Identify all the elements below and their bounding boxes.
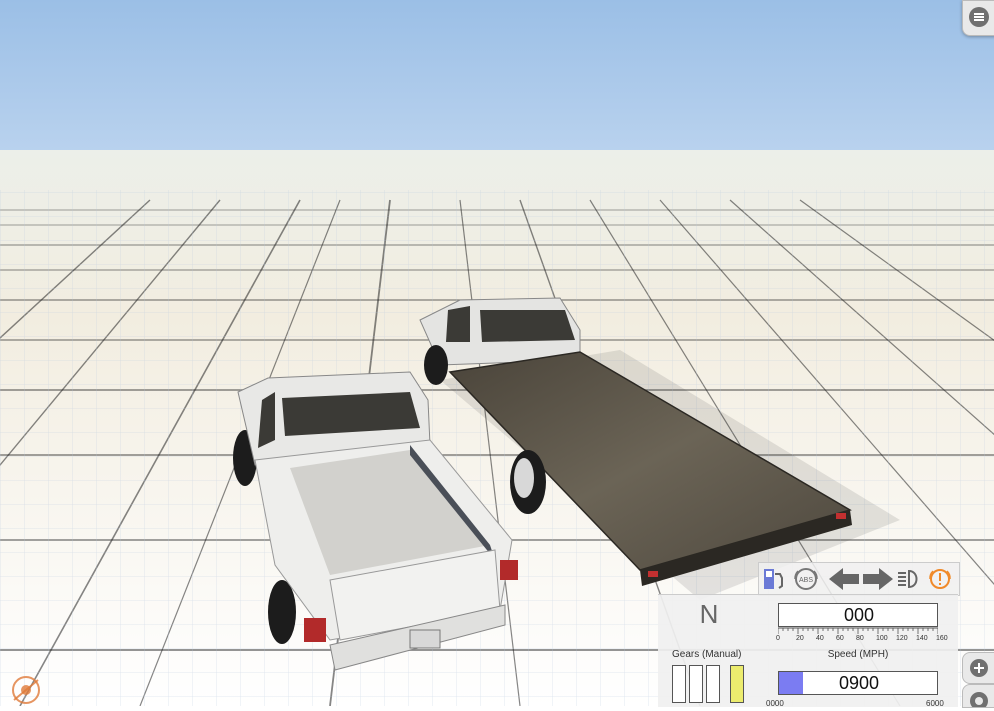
abs-label: ABS — [799, 577, 813, 584]
speed-tick-label: 100 — [876, 635, 888, 642]
fuel-icon — [764, 569, 783, 589]
speed-tick-label: 120 — [896, 635, 908, 642]
speed-value: 000 — [843, 605, 875, 625]
speed-tick-label: 0 — [776, 635, 780, 642]
add-button[interactable] — [962, 652, 994, 684]
gear-box — [672, 665, 686, 703]
speed-tick-label: 140 — [916, 635, 928, 642]
rpm-min-label: 0000 — [766, 699, 784, 708]
rpm-display: 0900 — [778, 671, 938, 695]
gear-indicator: N — [699, 599, 719, 629]
headlight-icon — [898, 569, 918, 589]
rpm-value: 0900 — [838, 673, 880, 693]
abs-icon: ABS — [794, 568, 818, 590]
gears-label: Gears (Manual) — [672, 649, 742, 660]
vehicle-gauges: N Gears (Manual) 000 0 20 40 60 80 100 120 140 1… — [658, 594, 958, 708]
gear-icon — [970, 692, 988, 710]
gear-box — [689, 665, 703, 703]
speed-tick-label: 40 — [816, 635, 824, 642]
settings-button[interactable] — [962, 684, 994, 710]
speed-scale — [778, 627, 938, 634]
speed-tick-label: 20 — [796, 635, 804, 642]
speed-tick-label: 80 — [856, 635, 864, 642]
speed-label: Speed (MPH) — [827, 649, 889, 660]
right-arrow-icon — [863, 568, 893, 590]
menu-icon — [969, 7, 989, 27]
gear-box-active — [730, 665, 744, 703]
speed-display: 000 — [778, 603, 938, 627]
speed-tick-label: 160 — [936, 635, 948, 642]
speed-tick-label: 60 — [836, 635, 844, 642]
rpm-max-label: 6000 — [926, 699, 944, 708]
indicator-bar: ABS — [758, 562, 960, 596]
menu-button[interactable] — [962, 0, 994, 36]
warning-icon — [929, 569, 951, 589]
speed-tick-labels: 0 20 40 60 80 100 120 140 160 — [776, 635, 948, 645]
plus-icon — [970, 659, 988, 677]
sky — [0, 0, 994, 152]
gear-box — [706, 665, 720, 703]
left-arrow-icon — [829, 568, 859, 590]
